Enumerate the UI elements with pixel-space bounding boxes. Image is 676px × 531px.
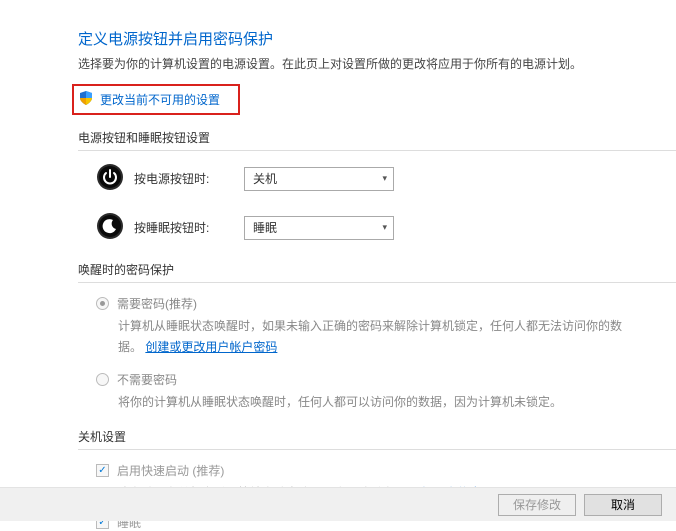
power-button-label: 按电源按钮时: bbox=[134, 170, 244, 187]
page-subtitle: 选择要为你的计算机设置的电源设置。在此页上对设置所做的更改将应用于你所有的电源计… bbox=[78, 55, 676, 74]
sleep-button-dropdown[interactable]: 睡眠 ▾ bbox=[244, 216, 394, 240]
shield-icon bbox=[78, 90, 94, 109]
highlight-box: 更改当前不可用的设置 bbox=[72, 84, 240, 115]
change-unavailable-label: 更改当前不可用的设置 bbox=[100, 91, 220, 108]
require-password-option: 需要密码(推荐) 计算机从睡眠状态唤醒时，如果未输入正确的密码来解除计算机锁定，… bbox=[96, 295, 676, 357]
require-password-desc: 计算机从睡眠状态唤醒时，如果未输入正确的密码来解除计算机锁定，任何人都无法访问你… bbox=[118, 316, 638, 357]
page-title: 定义电源按钮并启用密码保护 bbox=[78, 28, 676, 49]
section-shutdown-header: 关机设置 bbox=[78, 428, 676, 450]
create-password-link[interactable]: 创建或更改用户帐户密码 bbox=[145, 340, 277, 354]
moon-icon bbox=[96, 212, 124, 243]
radio-icon[interactable] bbox=[96, 373, 109, 386]
sleep-button-label: 按睡眠按钮时: bbox=[134, 219, 244, 236]
chevron-down-icon: ▾ bbox=[382, 222, 387, 233]
change-unavailable-link[interactable]: 更改当前不可用的设置 bbox=[78, 90, 220, 109]
footer-bar: 保存修改 取消 bbox=[0, 487, 676, 521]
sleep-button-row: 按睡眠按钮时: 睡眠 ▾ bbox=[96, 212, 676, 243]
no-password-option: 不需要密码 将你的计算机从睡眠状态唤醒时，任何人都可以访问你的数据，因为计算机未… bbox=[96, 371, 676, 412]
power-button-value: 关机 bbox=[253, 170, 277, 187]
section-buttons-header: 电源按钮和睡眠按钮设置 bbox=[78, 129, 676, 151]
sleep-button-value: 睡眠 bbox=[253, 219, 277, 236]
checkbox-icon[interactable]: ✓ bbox=[96, 464, 109, 477]
fast-startup-label: 启用快速启动 (推荐) bbox=[117, 462, 224, 479]
power-button-row: 按电源按钮时: 关机 ▾ bbox=[96, 163, 676, 194]
section-password-header: 唤醒时的密码保护 bbox=[78, 261, 676, 283]
cancel-button[interactable]: 取消 bbox=[584, 494, 662, 516]
require-password-label: 需要密码(推荐) bbox=[117, 295, 197, 312]
radio-icon[interactable] bbox=[96, 297, 109, 310]
power-button-dropdown[interactable]: 关机 ▾ bbox=[244, 167, 394, 191]
no-password-label: 不需要密码 bbox=[117, 371, 177, 388]
save-button[interactable]: 保存修改 bbox=[498, 494, 576, 516]
power-icon bbox=[96, 163, 124, 194]
no-password-desc: 将你的计算机从睡眠状态唤醒时，任何人都可以访问你的数据，因为计算机未锁定。 bbox=[118, 392, 638, 412]
chevron-down-icon: ▾ bbox=[382, 173, 387, 184]
